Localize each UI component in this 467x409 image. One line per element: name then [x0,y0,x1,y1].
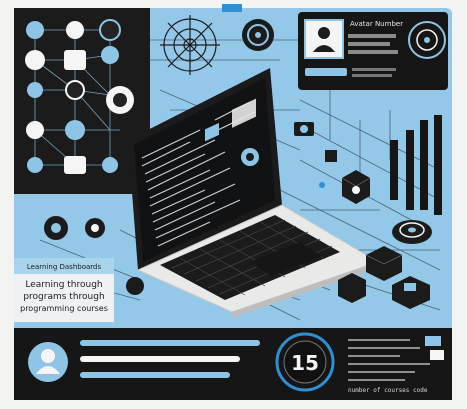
target-icon [160,15,220,75]
bottom-user-icon [41,349,55,363]
progress-bar-3 [80,372,230,378]
speaker-icon [392,220,432,244]
illustration-svg: Avatar Number 15 number of courses code … [0,0,467,409]
profile-card-title: Avatar Number [350,20,403,28]
bottom-code-text: number of courses code [348,387,428,394]
illustration-canvas: Avatar Number 15 number of courses code … [0,0,467,409]
user-icon [318,27,330,39]
caption-line-2: programs through [23,292,104,302]
caption-line-1: Learning through [25,280,102,290]
caption-heading: Learning Dashboards [27,263,102,271]
top-tab [222,4,242,12]
progress-bar-1 [80,340,260,346]
counter-value: 15 [291,351,319,375]
caption-line-3: programming courses [20,304,108,313]
progress-bar-2 [80,356,240,362]
gauge-icon [242,19,274,51]
